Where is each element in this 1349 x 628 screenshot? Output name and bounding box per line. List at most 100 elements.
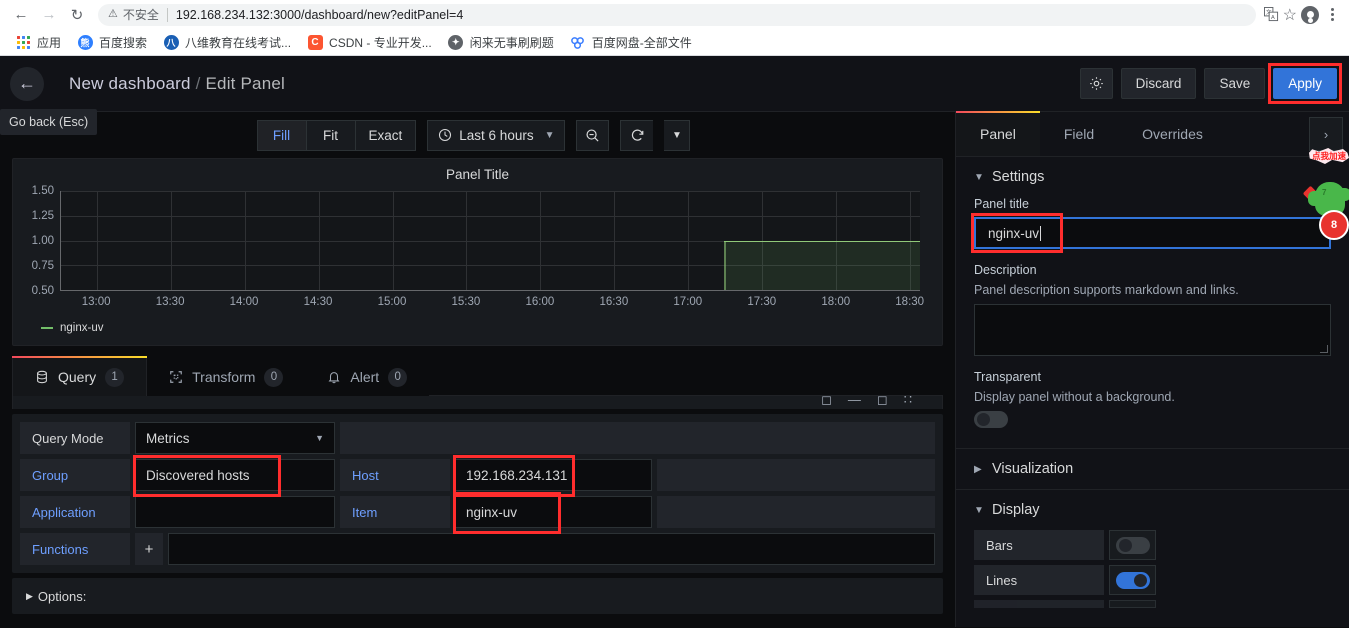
collapse-options-pane-button[interactable]: › (1309, 117, 1343, 151)
y-tick-label: 1.00 (31, 235, 54, 247)
section-header-visualization[interactable]: ▶ Visualization (956, 449, 1349, 489)
legend-color-swatch (41, 327, 53, 329)
chart-plot-area[interactable]: 1.50 1.25 1.00 0.75 0.50 13:00 13:30 14:… (32, 185, 924, 308)
x-tick-label: 13:00 (81, 296, 111, 308)
tab-field[interactable]: Field (1040, 111, 1118, 156)
functions-list-area[interactable] (168, 533, 935, 565)
page-title: New dashboard / Edit Panel (69, 74, 285, 94)
chevron-right-icon: › (1323, 126, 1329, 142)
chart-axes (60, 191, 920, 291)
section-header-display[interactable]: ▼ Display (956, 490, 1349, 530)
save-button[interactable]: Save (1204, 68, 1266, 99)
gridline-v (392, 191, 394, 290)
x-tick-label: 14:00 (229, 296, 259, 308)
refresh-interval-dropdown[interactable]: ▼ (664, 119, 691, 151)
bookmark-label: 百度搜索 (99, 35, 148, 50)
group-label[interactable]: Group (20, 459, 130, 491)
baidu-icon: 熊 (77, 34, 93, 50)
chevron-down-icon: ▼ (974, 504, 984, 516)
lines-toggle[interactable] (1115, 571, 1150, 589)
refresh-button[interactable] (620, 119, 654, 151)
fit-mode-group: Fill Fit Exact (256, 119, 417, 151)
bookmark-baidu-search[interactable]: 熊 百度搜索 (70, 32, 154, 53)
dashboard-name[interactable]: New dashboard (69, 74, 191, 93)
group-value: Discovered hosts (146, 467, 250, 483)
svg-text:A: A (1271, 15, 1275, 21)
zoom-out-button[interactable] (576, 119, 610, 151)
tab-alert-count: 0 (388, 367, 408, 387)
item-input[interactable]: nginx-uv (453, 492, 652, 534)
promo-badge[interactable]: 8 (1319, 210, 1349, 240)
fit-mode-fill[interactable]: Fill (256, 119, 306, 151)
bookmark-label: 百度网盘-全部文件 (591, 35, 692, 50)
duplicate-query-icon[interactable]: ◻ (821, 396, 832, 406)
group-input[interactable]: Discovered hosts (133, 455, 335, 497)
panel-title-input[interactable]: nginx-uv (974, 217, 1331, 249)
legend-series-label: nginx-uv (60, 322, 104, 334)
back-arrow-icon[interactable]: ← (8, 2, 34, 28)
bookmark-quiz[interactable]: ✦ 闲来无事刷刷题 (441, 32, 561, 53)
host-input[interactable]: 192.168.234.131 (453, 455, 652, 497)
apply-button[interactable]: Apply (1273, 68, 1337, 99)
dashboard-settings-button[interactable] (1079, 68, 1113, 99)
time-range-picker[interactable]: Last 6 hours ▼ (427, 119, 566, 151)
panel-title-input-value: nginx-uv (988, 225, 1040, 241)
functions-label[interactable]: Functions (20, 533, 130, 565)
drag-handle-icon[interactable]: ∷ (904, 396, 912, 406)
fit-mode-exact[interactable]: Exact (354, 119, 417, 151)
address-bar[interactable]: ⚠ 不安全 192.168.234.132:3000/dashboard/new… (98, 3, 1256, 26)
tab-alert-label: Alert (350, 369, 380, 385)
tab-query[interactable]: Query 1 (12, 356, 148, 396)
application-input[interactable] (135, 496, 335, 528)
query-row-group-host: Group Discovered hosts Host 192.168.234.… (20, 455, 935, 497)
url-text: 192.168.234.132:3000/dashboard/new?editP… (175, 7, 464, 22)
security-status-label: 不安全 (122, 8, 159, 22)
query-mode-select[interactable]: Metrics ▼ (135, 422, 335, 454)
bookmark-bawei-exam[interactable]: 八 八维教育在线考试... (156, 32, 298, 53)
back-arrow-icon[interactable]: ← (10, 66, 44, 101)
tab-panel[interactable]: Panel (956, 111, 1040, 156)
item-label[interactable]: Item (340, 496, 450, 528)
bars-toggle-cell[interactable] (1109, 530, 1156, 560)
hide-query-icon[interactable]: — (848, 396, 861, 406)
chart-legend[interactable]: nginx-uv (41, 322, 103, 334)
bookmark-csdn[interactable]: C CSDN - 专业开发... (300, 32, 439, 53)
display-toggles: Bars Lines (956, 530, 1349, 608)
kebab-menu-icon[interactable] (1323, 8, 1341, 21)
discard-button[interactable]: Discard (1120, 68, 1197, 99)
forward-arrow-icon[interactable]: → (36, 2, 62, 28)
grafana-app: ← New dashboard / Edit Panel Discard Sav… (0, 56, 1349, 627)
x-tick-label: 14:30 (303, 296, 333, 308)
application-label[interactable]: Application (20, 496, 130, 528)
bawei-icon: 八 (163, 34, 179, 50)
csdn-icon: C (307, 34, 323, 50)
lines-toggle-cell[interactable] (1109, 565, 1156, 595)
promo-widget[interactable]: 点我加速 7 8 (1287, 148, 1349, 256)
host-label[interactable]: Host (340, 459, 450, 491)
fit-mode-fit[interactable]: Fit (305, 119, 355, 151)
host-value: 192.168.234.131 (466, 467, 568, 483)
add-function-button[interactable]: + (135, 533, 163, 565)
bookmark-baidu-pan[interactable]: 百度网盘-全部文件 (563, 32, 699, 53)
chevron-down-icon: ▼ (672, 129, 682, 141)
bars-toggle[interactable] (1115, 536, 1150, 554)
translate-icon[interactable]: 文A (1263, 7, 1279, 22)
reload-icon[interactable]: ↻ (64, 2, 90, 28)
transparent-toggle[interactable] (974, 411, 1008, 428)
tab-overrides[interactable]: Overrides (1118, 111, 1227, 156)
browser-nav-bar: ← → ↻ ⚠ 不安全 192.168.234.132:3000/dashboa… (0, 0, 1349, 29)
next-option-toggle-cell[interactable] (1109, 600, 1156, 608)
gridline-v (244, 191, 246, 290)
query-options-row[interactable]: ▶ Options: (12, 578, 943, 614)
remove-query-icon[interactable]: ◻ (877, 396, 888, 406)
query-row-filler (657, 459, 935, 491)
description-textarea[interactable] (974, 304, 1331, 356)
refresh-icon (631, 129, 644, 141)
profile-avatar-icon[interactable] (1301, 5, 1319, 24)
tab-alert[interactable]: Alert 0 (305, 358, 429, 396)
bookmark-apps[interactable]: 应用 (8, 32, 68, 53)
tab-transform[interactable]: Transform 0 (147, 358, 305, 396)
bookmark-label: 闲来无事刷刷题 (469, 35, 554, 50)
bookmark-star-icon[interactable]: ☆ (1283, 5, 1297, 25)
chevron-down-icon: ▼ (315, 433, 324, 443)
